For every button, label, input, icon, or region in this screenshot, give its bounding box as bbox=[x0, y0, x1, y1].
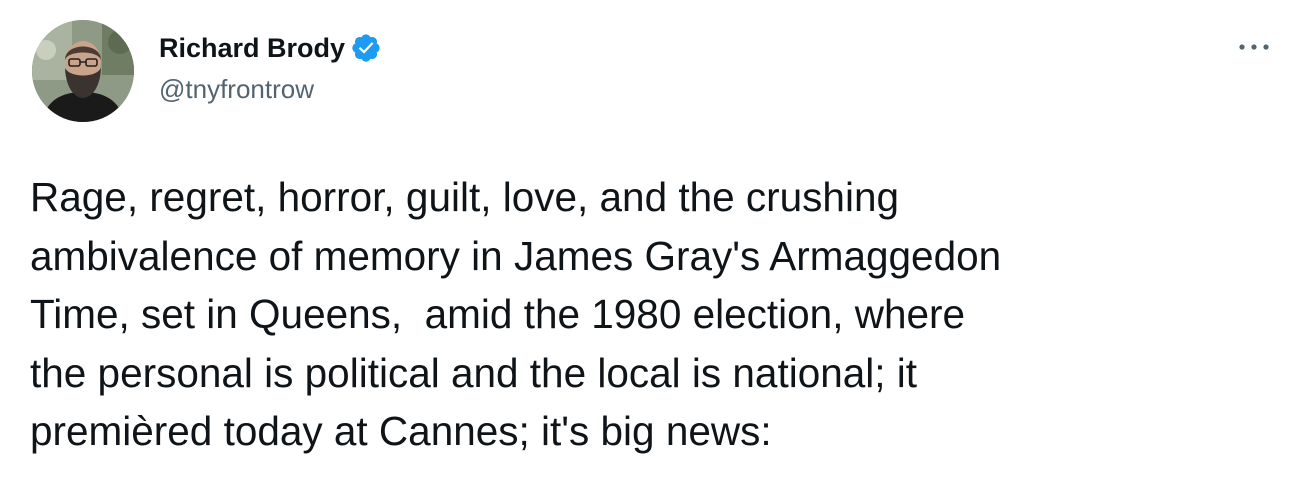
author-display-name[interactable]: Richard Brody bbox=[159, 33, 345, 64]
avatar-photo bbox=[32, 20, 134, 122]
tweet-card: Richard Brody @tnyfrontrow Rage, regret,… bbox=[0, 0, 1300, 488]
author-handle[interactable]: @tnyfrontrow bbox=[159, 74, 382, 105]
verified-badge-icon bbox=[350, 32, 382, 64]
more-horizontal-icon bbox=[1239, 44, 1269, 50]
author-name-row: Richard Brody bbox=[159, 30, 382, 66]
more-options-button[interactable] bbox=[1232, 35, 1276, 59]
author-info: Richard Brody @tnyfrontrow bbox=[159, 30, 382, 105]
tweet-text: Rage, regret, horror, guilt, love, and t… bbox=[30, 174, 1002, 454]
author-avatar[interactable] bbox=[32, 20, 134, 122]
